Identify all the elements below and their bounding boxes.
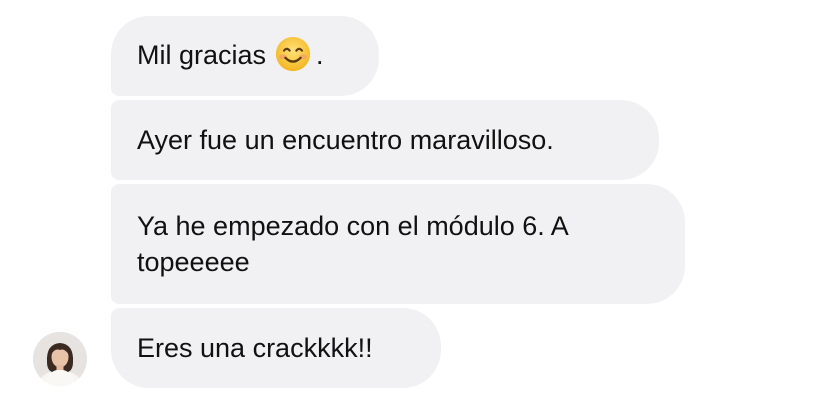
message-bubble[interactable]: Eres una crackkkk!! <box>111 308 441 388</box>
message-bubble[interactable]: Ya he empezado con el módulo 6. A topeee… <box>111 184 685 304</box>
message-thread: Mil gracias . Ayer fue un encuentro mara… <box>0 0 828 404</box>
message-text: Ya he empezado con el módulo 6. A topeee… <box>137 211 568 277</box>
avatar[interactable] <box>33 332 87 386</box>
message-bubble[interactable]: Mil gracias . <box>111 16 379 96</box>
profile-photo-icon <box>33 332 87 386</box>
message-text-part: Mil gracias <box>137 39 267 70</box>
message-text: Eres una crackkkk!! <box>137 333 373 363</box>
message-text: Mil gracias . <box>137 37 324 76</box>
smiling-face-icon <box>275 37 311 72</box>
message-text-part: . <box>316 39 324 70</box>
message-text: Ayer fue un encuentro maravilloso. <box>137 125 554 155</box>
message-bubble[interactable]: Ayer fue un encuentro maravilloso. <box>111 100 659 180</box>
